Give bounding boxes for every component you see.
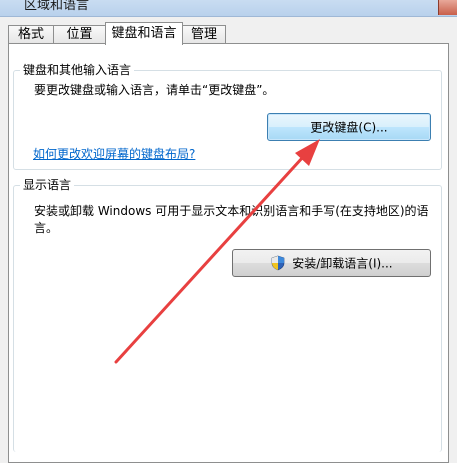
tab-administrative[interactable]: 管理 xyxy=(182,25,226,43)
uac-shield-icon xyxy=(272,255,285,270)
welcome-screen-keyboard-link[interactable]: 如何更改欢迎屏幕的键盘布局? xyxy=(33,146,195,163)
window-title: 区域和语言 xyxy=(24,0,90,13)
tab-format[interactable]: 格式 xyxy=(8,25,54,43)
install-uninstall-languages-label: 安装/卸载语言(I)... xyxy=(292,256,393,271)
display-language-description-line1: 安装或卸载 Windows 可用于显示文本和识别语言和手写(在支持地区)的语 xyxy=(34,204,429,218)
display-language-description-line2: 言。 xyxy=(34,221,59,235)
title-bar[interactable]: 区域和语言 xyxy=(0,0,457,17)
display-language-legend: 显示语言 xyxy=(20,177,75,193)
tab-location[interactable]: 位置 xyxy=(53,25,106,43)
change-keyboards-label: 更改键盘(C)... xyxy=(310,120,388,135)
display-language-group-box: 显示语言 xyxy=(13,177,442,452)
install-uninstall-languages-button[interactable]: 安装/卸载语言(I)... xyxy=(232,249,431,277)
change-keyboards-button[interactable]: 更改键盘(C)... xyxy=(267,113,431,141)
keyboard-group-legend: 键盘和其他输入语言 xyxy=(20,62,135,78)
tab-keyboards-and-languages[interactable]: 键盘和语言 xyxy=(105,22,183,45)
close-button[interactable] xyxy=(438,0,457,15)
keyboard-description: 要更改键盘或输入语言，请单击“更改键盘”。 xyxy=(34,83,275,97)
region-language-window: 区域和语言 格式 位置 键盘和语言 管理 键盘和其他输入语言 要更改键盘或输入语… xyxy=(0,0,457,463)
